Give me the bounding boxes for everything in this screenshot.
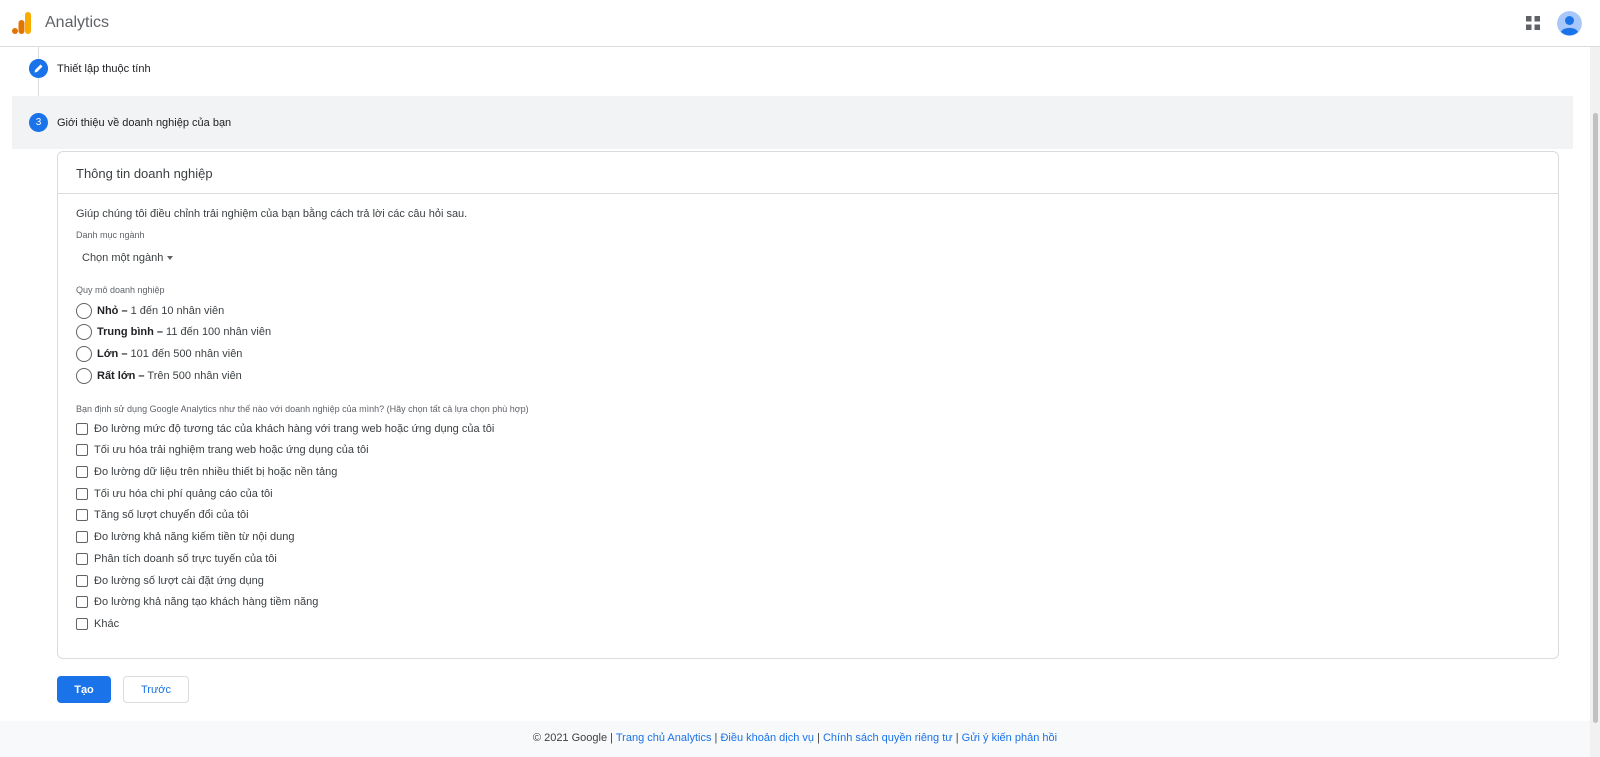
size-name: Lớn – bbox=[97, 348, 128, 360]
industry-select-value: Chọn một ngành bbox=[82, 252, 164, 264]
checkbox[interactable] bbox=[76, 618, 88, 630]
checkbox-label: Phân tích doanh số trực tuyến của tôi bbox=[94, 553, 277, 565]
checkbox-label: Đo lường mức độ tương tác của khách hàng… bbox=[94, 423, 495, 435]
footer-links: © 2021 Google | Trang chủ Analytics | Đi… bbox=[0, 732, 1590, 744]
scrollbar-thumb[interactable] bbox=[1593, 113, 1598, 723]
step-property-setup-label: Thiết lập thuộc tính bbox=[57, 63, 151, 75]
business-info-card: Thông tin doanh nghiệp Giúp chúng tôi đi… bbox=[57, 151, 1559, 659]
step-number-badge: 3 bbox=[29, 113, 48, 132]
checkbox[interactable] bbox=[76, 596, 88, 608]
checkbox[interactable] bbox=[76, 488, 88, 500]
copyright-text: © 2021 Google | bbox=[532, 732, 616, 744]
radio-button[interactable] bbox=[76, 346, 92, 362]
size-name: Trung bình – bbox=[97, 326, 163, 338]
checkbox[interactable] bbox=[76, 466, 88, 478]
step-business-info-label: Giới thiệu về doanh nghiệp của bạn bbox=[57, 117, 232, 129]
checkbox[interactable] bbox=[76, 423, 88, 435]
active-step-band bbox=[12, 96, 1573, 149]
top-app-bar: Analytics bbox=[0, 0, 1600, 47]
radio-button[interactable] bbox=[76, 368, 92, 384]
checkbox-label: Khác bbox=[94, 618, 120, 630]
checkbox-label: Đo lường số lượt cài đặt ứng dụng bbox=[94, 575, 264, 587]
checkbox[interactable] bbox=[76, 575, 88, 587]
footer: © 2021 Google | Trang chủ Analytics | Đi… bbox=[0, 721, 1590, 757]
dropdown-caret-icon bbox=[167, 256, 174, 261]
checkbox-label: Đo lường khả năng tạo khách hàng tiềm nă… bbox=[94, 596, 319, 608]
checkbox[interactable] bbox=[76, 531, 88, 543]
usage-question-label: Bạn định sử dụng Google Analytics như th… bbox=[76, 404, 529, 414]
business-size-label: Quy mô doanh nghiệp bbox=[76, 285, 165, 295]
size-range: 11 đến 100 nhân viên bbox=[163, 326, 272, 338]
apps-grid-icon[interactable] bbox=[1526, 16, 1540, 30]
size-range: Trên 500 nhân viên bbox=[144, 370, 242, 382]
privacy-policy-link[interactable]: Chính sách quyền riêng tư bbox=[823, 732, 953, 744]
analytics-logo-icon bbox=[12, 12, 31, 34]
size-range: 101 đến 500 nhân viên bbox=[127, 348, 243, 360]
checkbox-label: Đo lường dữ liệu trên nhiều thiết bị hoặ… bbox=[94, 466, 338, 478]
size-range: 1 đến 10 nhân viên bbox=[127, 305, 225, 317]
terms-of-service-link[interactable]: Điều khoản dịch vụ bbox=[720, 732, 814, 744]
app-title: Analytics bbox=[45, 14, 110, 31]
checkbox-label: Tối ưu hóa trải nghiệm trang web hoặc ứn… bbox=[94, 444, 369, 456]
checkbox[interactable] bbox=[76, 509, 88, 521]
size-name: Rất lớn – bbox=[97, 370, 145, 382]
radio-button[interactable] bbox=[76, 324, 92, 340]
checkbox[interactable] bbox=[76, 444, 88, 456]
card-intro-text: Giúp chúng tôi điều chỉnh trải nghiệm củ… bbox=[76, 208, 468, 220]
separator: | bbox=[952, 732, 962, 744]
size-name: Nhỏ – bbox=[97, 305, 128, 317]
card-header: Thông tin doanh nghiệp bbox=[58, 152, 1558, 194]
checkbox-label: Đo lường khả năng kiếm tiền từ nội dung bbox=[94, 531, 295, 543]
industry-category-label: Danh mục ngành bbox=[76, 230, 145, 240]
checkbox[interactable] bbox=[76, 553, 88, 565]
create-button[interactable]: Tạo bbox=[57, 676, 111, 703]
card-title: Thông tin doanh nghiệp bbox=[76, 166, 213, 181]
checkbox-label: Tối ưu hóa chi phí quảng cáo của tôi bbox=[94, 488, 273, 500]
radio-button[interactable] bbox=[76, 303, 92, 319]
account-avatar-icon[interactable] bbox=[1557, 11, 1582, 36]
industry-category-select[interactable]: Chọn một ngành bbox=[82, 252, 174, 264]
edit-pencil-icon[interactable] bbox=[29, 59, 48, 78]
separator: | bbox=[814, 732, 823, 744]
back-button[interactable]: Trước bbox=[123, 676, 189, 703]
send-feedback-link[interactable]: Gửi ý kiến phản hồi bbox=[962, 732, 1057, 744]
analytics-home-link[interactable]: Trang chủ Analytics bbox=[616, 732, 712, 744]
checkbox-label: Tăng số lượt chuyển đổi của tôi bbox=[94, 509, 249, 521]
